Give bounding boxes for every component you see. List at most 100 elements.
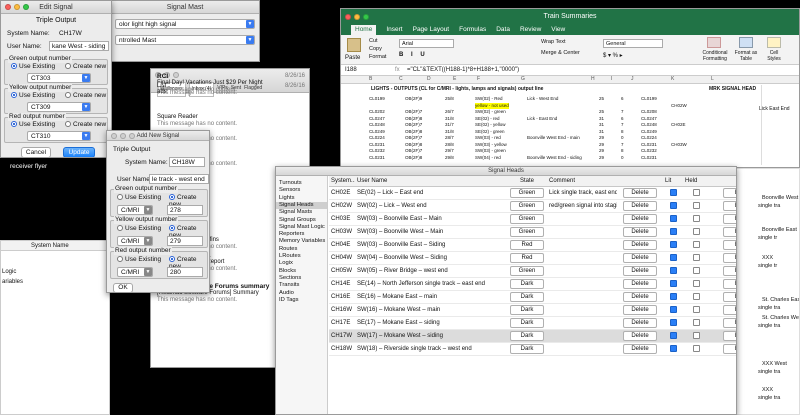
lit-checkbox[interactable]	[669, 279, 677, 287]
comment-cell[interactable]	[547, 329, 617, 343]
sheet-cell[interactable]: CL0231	[369, 142, 385, 148]
sheet-cell[interactable]: CL0224	[369, 135, 385, 141]
sidebar-item-memory-variables[interactable]: Memory Variables	[276, 238, 327, 245]
sidebar-item-signal-heads[interactable]: Signal Heads	[276, 201, 327, 209]
column-state[interactable]: State	[507, 176, 547, 187]
user-name-input[interactable]: kane West - siding	[49, 41, 109, 51]
sidebar-item-lroutes[interactable]: LRoutes	[276, 253, 327, 260]
sheet-cell[interactable]: 29	[599, 155, 604, 161]
sheet-cell[interactable]: Boonville West End - siding	[527, 155, 582, 161]
held-checkbox[interactable]	[692, 279, 700, 287]
comment-cell[interactable]	[547, 264, 617, 278]
delete-button[interactable]: Delete	[623, 239, 657, 250]
table-row[interactable]: CH14E SE(14) – North Jefferson single tra…	[329, 277, 736, 291]
user-name-cell[interactable]: SW(03) – Boonville East – Siding	[355, 238, 507, 252]
lit-checkbox[interactable]	[669, 201, 677, 209]
use-existing-radio[interactable]: Use Existing	[11, 92, 55, 99]
edit-button[interactable]: Edit	[723, 239, 736, 250]
sheet-cell[interactable]: CL0231	[641, 155, 657, 161]
sheet-cell[interactable]: SW(03) - red	[475, 135, 501, 141]
conditional-formatting-button[interactable]: Conditional Formatting	[701, 50, 729, 62]
sidebar-item-sections[interactable]: Sections	[276, 275, 327, 282]
tab-data[interactable]: Data	[496, 25, 510, 35]
sidebar-item-signal-masts[interactable]: Signal Masts	[276, 209, 327, 216]
column-header[interactable]: C	[399, 76, 403, 82]
comment-cell[interactable]	[547, 303, 617, 317]
format-as-table-button[interactable]: Format as Table	[733, 50, 759, 62]
format-painter-button[interactable]: Format	[369, 54, 386, 60]
hardware-prefix-select[interactable]: C/MRI ▼	[117, 205, 153, 215]
formula-input[interactable]: ="CL"&TEXT((H188-1)*8+H188+1,"0000")	[407, 65, 519, 76]
sidebar-item-signal-groups[interactable]: Signal Groups	[276, 217, 327, 224]
user-name-cell[interactable]: SW(02) – Lick – West end	[355, 199, 507, 213]
column-header[interactable]: I	[611, 76, 612, 82]
comment-cell[interactable]: red/green signal into staging	[547, 199, 617, 213]
state-button[interactable]: Dark	[510, 317, 544, 328]
sheet-cell[interactable]: 29	[599, 135, 604, 141]
delete-button[interactable]: Delete	[623, 200, 657, 211]
left-list-item-1[interactable]: Logic	[2, 269, 16, 275]
held-checkbox[interactable]	[692, 227, 700, 235]
sheet-cell[interactable]: OB(2F)7	[405, 122, 422, 128]
sheet-cell[interactable]: 28/8	[445, 142, 454, 148]
add-signal-type-select[interactable]: Triple Output	[113, 146, 150, 153]
create-new-radio[interactable]: Create new	[65, 92, 106, 99]
state-button[interactable]: Dark	[510, 278, 544, 289]
state-button[interactable]: Dark	[510, 343, 544, 354]
state-button[interactable]: Green	[510, 200, 544, 211]
sidebar-item-sensors[interactable]: Sensors	[276, 187, 327, 194]
sheet-cell[interactable]: 31	[599, 116, 604, 122]
delete-button[interactable]: Delete	[623, 317, 657, 328]
sidebar-item-reporters[interactable]: Reporters	[276, 231, 327, 238]
edit-button[interactable]: Edit	[723, 278, 736, 289]
output-number-input[interactable]: 280	[167, 267, 203, 277]
column-header[interactable]: D	[427, 76, 431, 82]
output-select[interactable]: CT303 ▼	[27, 73, 91, 83]
held-checkbox[interactable]	[692, 344, 700, 352]
user-name-cell[interactable]: SE(16) – Mokane East – main	[355, 290, 507, 304]
held-checkbox[interactable]	[692, 188, 700, 196]
lit-checkbox[interactable]	[669, 266, 677, 274]
state-button[interactable]: Dark	[510, 330, 544, 341]
held-checkbox[interactable]	[692, 253, 700, 261]
column-header[interactable]: F	[477, 76, 480, 82]
sheet-cell[interactable]: 7	[621, 142, 624, 148]
sheet-cell[interactable]: OB(2F)8	[405, 116, 422, 122]
sheet-cell[interactable]: OB(2F)8	[405, 129, 422, 135]
close-icon[interactable]	[345, 14, 351, 20]
sheet-cell[interactable]: SE(02) - green	[475, 129, 505, 135]
held-checkbox[interactable]	[692, 214, 700, 222]
user-name-cell[interactable]: SE(17) – Mokane East – siding	[355, 316, 507, 330]
edit-button[interactable]: Edit	[723, 330, 736, 341]
table-row[interactable]: CH17W SW(17) – Mokane West – siding Dark De…	[329, 329, 736, 343]
sidebar-item-id-tags[interactable]: ID Tags	[276, 297, 327, 304]
cut-button[interactable]: Cut	[369, 38, 378, 44]
sheet-cell[interactable]: SW(03) - green	[475, 148, 506, 154]
sheet-cell[interactable]: CL0232	[369, 148, 385, 154]
sheet-cell[interactable]: CL0248	[641, 122, 657, 128]
comment-cell[interactable]	[547, 277, 617, 291]
column-user-name[interactable]: User Name	[355, 176, 507, 187]
sheet-cell[interactable]: OB(2F)7	[405, 109, 422, 115]
sheet-cell[interactable]: CL0247	[641, 116, 657, 122]
desktop-file-label[interactable]: receiver flyer	[10, 163, 47, 170]
sheet-cell[interactable]: Boonville West End - main	[527, 135, 580, 141]
table-row[interactable]: CH02W SW(02) – Lick – West end Green red/gr…	[329, 199, 736, 213]
sheet-cell[interactable]: SE(02) - yellow	[475, 122, 506, 128]
table-row[interactable]: CH03W SW(03) – Boonville West – Main Green…	[329, 225, 736, 239]
user-name-cell[interactable]: SW(05) – River Bridge – west end	[355, 264, 507, 278]
minimize-icon[interactable]	[14, 4, 20, 10]
table-row[interactable]: CH17E SE(17) – Mokane East – siding Dark De…	[329, 316, 736, 330]
column-comment[interactable]: Comment	[547, 176, 617, 187]
zoom-icon[interactable]	[129, 133, 135, 139]
user-name-cell[interactable]: SE(02) – Lick – East end	[355, 186, 507, 200]
sheet-cell[interactable]: 31/8	[445, 116, 454, 122]
lit-checkbox[interactable]	[669, 344, 677, 352]
add-system-name-input[interactable]: CH18W	[169, 157, 205, 167]
edit-button[interactable]: Edit	[723, 252, 736, 263]
sheet-cell[interactable]: CL0199	[641, 96, 657, 102]
sheet-cell[interactable]: yellow - not used	[475, 102, 509, 109]
table-row[interactable]: CH05W SW(05) – River Bridge – west end Gre…	[329, 264, 736, 278]
state-button[interactable]: Green	[510, 226, 544, 237]
hardware-prefix-select[interactable]: C/MRI ▼	[117, 267, 153, 277]
